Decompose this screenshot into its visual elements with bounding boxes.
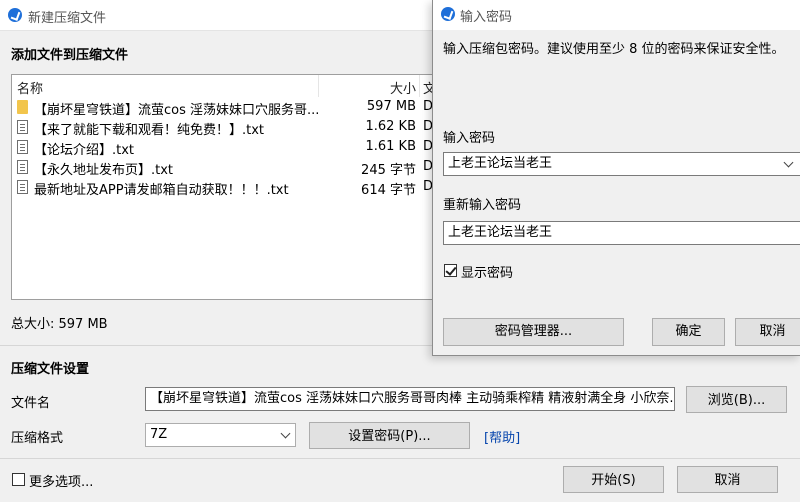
compression-settings-title: 压缩文件设置 — [11, 362, 90, 377]
chevron-down-icon — [280, 428, 291, 439]
total-size: 总大小: 597 MB — [11, 317, 108, 332]
column-header-size[interactable]: 大小 — [390, 78, 416, 97]
format-label: 压缩格式 — [11, 431, 64, 446]
help-link[interactable]: [帮助] — [484, 427, 520, 446]
show-password-checkbox[interactable] — [444, 264, 457, 277]
format-select[interactable]: 7Z — [145, 423, 296, 447]
dialog-title-bar: 输入密码 — [433, 0, 800, 30]
app-logo-icon — [8, 8, 22, 22]
add-files-section-title: 添加文件到压缩文件 — [11, 48, 129, 63]
text-file-icon — [17, 180, 28, 194]
file-name: 【崩坏星穹铁道】流萤cos 淫荡妹妹口穴服务哥... — [34, 103, 320, 118]
filename-input[interactable]: 【崩坏星穹铁道】流萤cos 淫荡妹妹口穴服务哥哥肉棒 主动骑乘榨精 精液射满全身… — [145, 387, 675, 411]
browse-button[interactable]: 浏览(B)... — [686, 386, 787, 413]
file-name: 【论坛介绍】.txt — [34, 143, 135, 158]
divider — [0, 458, 800, 459]
main-window-title: 新建压缩文件 — [28, 11, 107, 26]
dialog-cancel-button[interactable]: 取消 — [735, 318, 800, 346]
file-row[interactable]: 【永久地址发布页】.txt 245 字节 D — [12, 157, 442, 178]
file-row[interactable]: 【崩坏星穹铁道】流萤cos 淫荡妹妹口穴服务哥... 597 MB D — [12, 97, 442, 118]
column-header-name[interactable]: 名称 — [17, 78, 43, 97]
file-name: 最新地址及APP请发邮箱自动获取！！！.txt — [34, 183, 289, 198]
text-file-icon — [17, 160, 28, 174]
file-row[interactable]: 【论坛介绍】.txt 1.61 KB D — [12, 137, 442, 158]
file-name: 【永久地址发布页】.txt — [34, 163, 174, 178]
password-dialog: 输入密码 输入压缩包密码。建议使用至少 8 位的密码来保证安全性。 输入密码 上… — [432, 0, 800, 356]
filename-label: 文件名 — [11, 396, 51, 411]
more-options-checkbox[interactable] — [12, 473, 25, 486]
start-button[interactable]: 开始(S) — [563, 466, 664, 493]
file-list[interactable]: 名称 大小 文 【崩坏星穹铁道】流萤cos 淫荡妹妹口穴服务哥... 597 M… — [11, 74, 443, 300]
password-manager-button[interactable]: 密码管理器... — [443, 318, 624, 346]
main-cancel-button[interactable]: 取消 — [677, 466, 778, 493]
confirm-password-label: 重新输入密码 — [443, 198, 522, 213]
show-password-label[interactable]: 显示密码 — [461, 262, 513, 281]
dialog-description: 输入压缩包密码。建议使用至少 8 位的密码来保证安全性。 — [443, 42, 785, 57]
column-divider[interactable] — [318, 75, 319, 97]
text-file-icon — [17, 120, 28, 134]
chevron-down-icon[interactable] — [783, 157, 794, 168]
set-password-button[interactable]: 设置密码(P)... — [309, 422, 470, 449]
password-label: 输入密码 — [443, 131, 496, 146]
format-select-value: 7Z — [150, 427, 168, 442]
column-divider[interactable] — [419, 75, 420, 97]
app-logo-icon — [441, 7, 455, 21]
text-file-icon — [17, 140, 28, 154]
file-row[interactable]: 最新地址及APP请发邮箱自动获取！！！.txt 614 字节 D — [12, 177, 442, 198]
file-size: 1.61 KB — [365, 139, 416, 154]
file-name: 【来了就能下载和观看！纯免费！】.txt — [34, 123, 265, 138]
password-input-value: 上老王论坛当老王 — [448, 156, 553, 171]
file-size: 614 字节 — [361, 183, 416, 198]
more-options-label[interactable]: 更多选项... — [29, 471, 93, 490]
file-size: 245 字节 — [361, 163, 416, 178]
file-size: 597 MB — [366, 99, 416, 114]
file-row[interactable]: 【来了就能下载和观看！纯免费！】.txt 1.62 KB D — [12, 117, 442, 138]
confirm-password-input[interactable]: 上老王论坛当老王 — [443, 221, 800, 245]
dialog-title: 输入密码 — [460, 10, 513, 25]
ok-button[interactable]: 确定 — [652, 318, 725, 346]
file-list-header: 名称 大小 文 — [12, 75, 442, 97]
password-input[interactable]: 上老王论坛当老王 — [443, 152, 800, 176]
file-size: 1.62 KB — [365, 119, 416, 134]
folder-icon — [17, 100, 28, 114]
